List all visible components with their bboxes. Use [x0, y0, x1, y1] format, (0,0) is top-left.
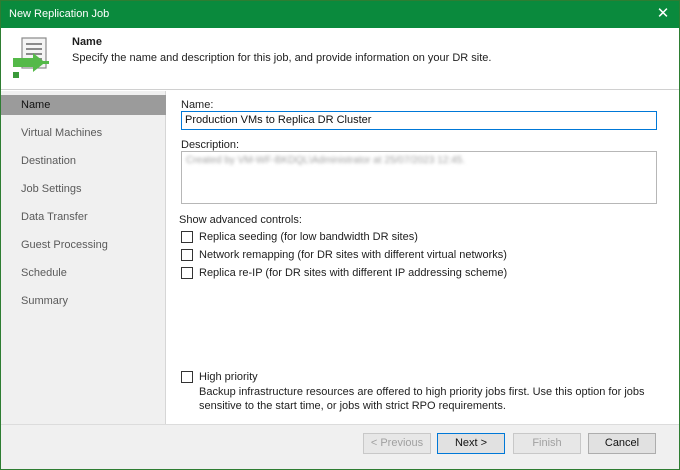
wizard-steps-sidebar: Name Virtual Machines Destination Job Se… — [1, 91, 166, 424]
replica-seeding-label: Replica seeding (for low bandwidth DR si… — [199, 231, 418, 243]
wizard-footer: < Previous Next > Finish Cancel — [1, 424, 679, 469]
sidebar-item-destination[interactable]: Destination — [1, 151, 166, 171]
wizard-content: Name: Production VMs to Replica DR Clust… — [167, 91, 679, 424]
sidebar-item-job-settings[interactable]: Job Settings — [1, 179, 166, 199]
cancel-button[interactable]: Cancel — [588, 433, 656, 454]
name-input[interactable]: Production VMs to Replica DR Cluster — [181, 111, 657, 130]
name-label: Name: — [181, 99, 214, 111]
close-icon[interactable]: ✕ — [653, 4, 673, 24]
high-priority-option[interactable]: High priority — [181, 370, 258, 384]
high-priority-checkbox[interactable] — [181, 371, 193, 383]
description-text: Created by VM-WF-BKDQL\Administrator at … — [186, 155, 466, 166]
advanced-controls-label: Show advanced controls: — [179, 214, 302, 226]
network-remapping-option[interactable]: Network remapping (for DR sites with dif… — [181, 248, 507, 262]
description-textarea[interactable]: Created by VM-WF-BKDQL\Administrator at … — [181, 151, 657, 204]
page-description: Specify the name and description for thi… — [72, 52, 492, 64]
next-button[interactable]: Next > — [437, 433, 505, 454]
replica-reip-option[interactable]: Replica re-IP (for DR sites with differe… — [181, 266, 507, 280]
replica-seeding-option[interactable]: Replica seeding (for low bandwidth DR si… — [181, 230, 418, 244]
sidebar-item-schedule[interactable]: Schedule — [1, 263, 166, 283]
network-remapping-label: Network remapping (for DR sites with dif… — [199, 249, 507, 261]
wizard-header: Name Specify the name and description fo… — [1, 28, 679, 90]
finish-button[interactable]: Finish — [513, 433, 581, 454]
network-remapping-checkbox[interactable] — [181, 249, 193, 261]
window-title: New Replication Job — [9, 8, 110, 20]
new-replication-job-window: New Replication Job ✕ Name Specify the n… — [0, 0, 680, 470]
sidebar-item-guest-processing[interactable]: Guest Processing — [1, 235, 166, 255]
high-priority-description: Backup infrastructure resources are offe… — [199, 385, 645, 413]
replication-job-icon — [13, 37, 49, 78]
sidebar-item-name[interactable]: Name — [1, 95, 166, 115]
high-priority-label: High priority — [199, 371, 258, 383]
high-priority-description-line1: Backup infrastructure resources are offe… — [199, 386, 645, 398]
high-priority-description-line2: sensitive to the start time, or jobs wit… — [199, 400, 506, 412]
sidebar-item-data-transfer[interactable]: Data Transfer — [1, 207, 166, 227]
replica-seeding-checkbox[interactable] — [181, 231, 193, 243]
description-label: Description: — [181, 139, 240, 151]
replica-reip-checkbox[interactable] — [181, 267, 193, 279]
previous-button[interactable]: < Previous — [363, 433, 431, 454]
sidebar-item-virtual-machines[interactable]: Virtual Machines — [1, 123, 166, 143]
sidebar-item-summary[interactable]: Summary — [1, 291, 166, 311]
title-bar[interactable]: New Replication Job ✕ — [1, 1, 679, 28]
replica-reip-label: Replica re-IP (for DR sites with differe… — [199, 267, 508, 279]
page-title: Name — [72, 36, 102, 48]
